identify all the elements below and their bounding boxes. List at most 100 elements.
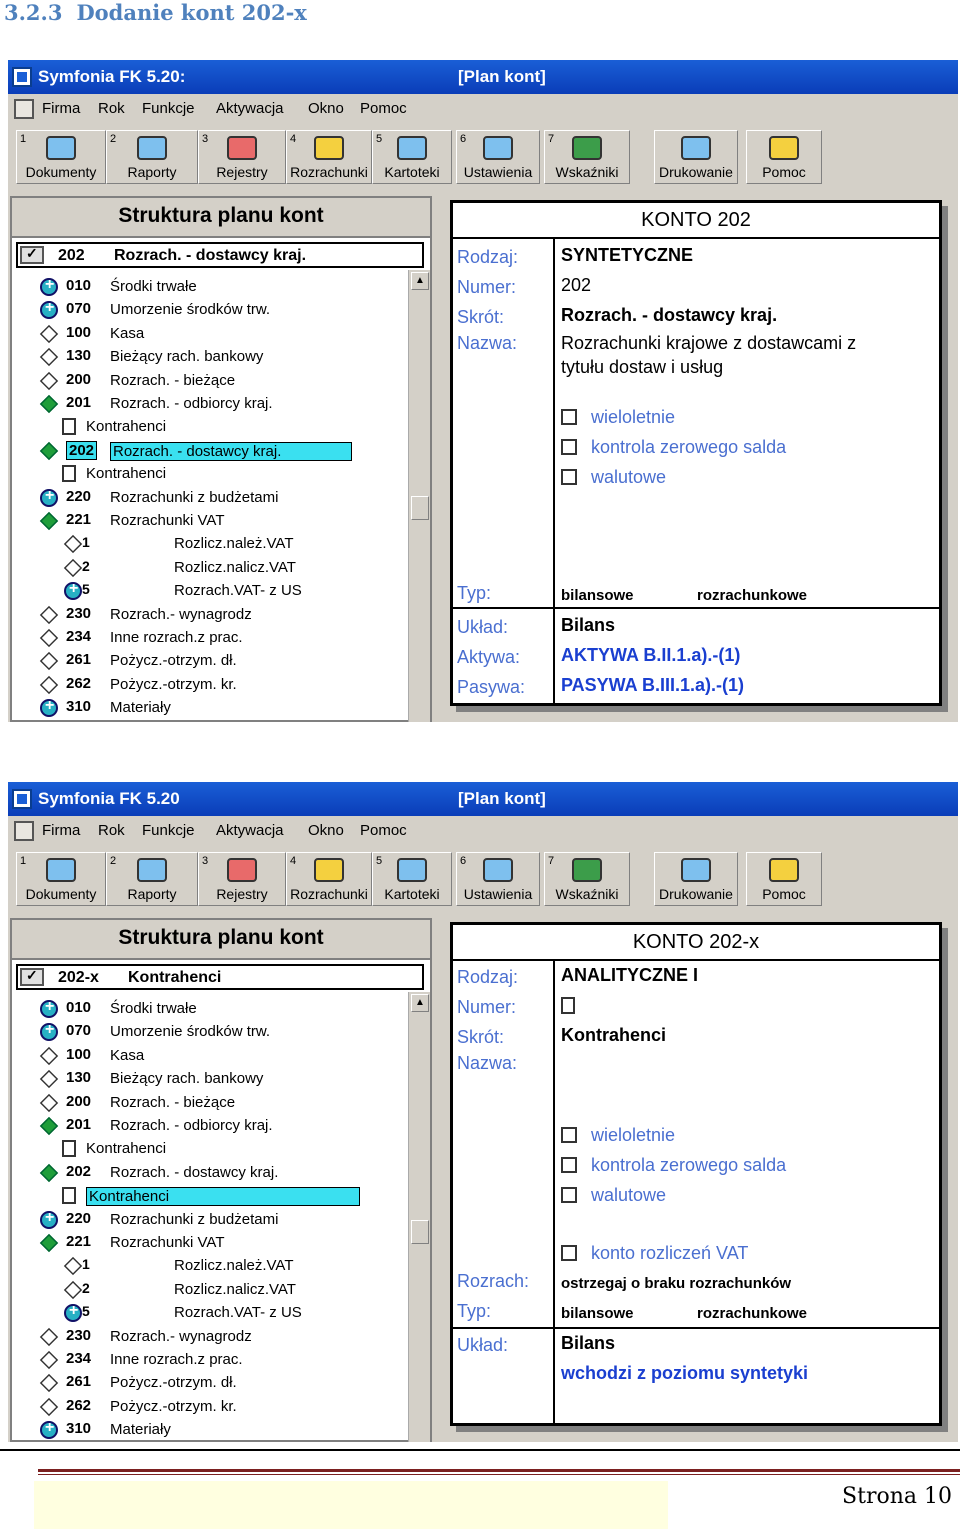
checkbox[interactable] (561, 1157, 577, 1173)
toolbar-button-raporty[interactable]: 2 Raporty (106, 852, 198, 906)
checkbox[interactable] (561, 409, 577, 425)
account-tree-row[interactable]: Kontrahenci (62, 463, 372, 485)
expand-plus-icon[interactable] (40, 1419, 58, 1440)
toolbar-button-rejestry[interactable]: 3 Rejestry (198, 852, 286, 906)
menu-item-okno[interactable]: Okno (308, 822, 344, 839)
toolbar-button-kartoteki[interactable]: 5 Kartoteki (372, 852, 452, 906)
toolbar-button-rejestry[interactable]: 3 Rejestry (198, 130, 286, 184)
account-tree-row[interactable]: 262 Pożycz.-otrzym. kr. (39, 1396, 372, 1418)
account-tree-row[interactable]: 070 Umorzenie środków trw. (40, 299, 372, 321)
menu-item-pomoc[interactable]: Pomoc (360, 822, 407, 839)
checkbox-walutowe[interactable]: walutowe (561, 1185, 666, 1206)
toolbar-button-wskaźniki[interactable]: 7 Wskaźniki (544, 852, 630, 906)
toolbar-button-pomoc[interactable]: Pomoc (746, 852, 822, 906)
account-tree-row[interactable]: 100 Kasa (39, 1045, 372, 1067)
expand-plus-icon[interactable] (40, 276, 58, 296)
toolbar-button-ustawienia[interactable]: 6 Ustawienia (456, 852, 540, 906)
toolbar-button-wskaźniki[interactable]: 7 Wskaźniki (544, 130, 630, 184)
account-tree-row[interactable]: 010 Środki trwałe (40, 998, 372, 1020)
checkbox-konto-rozliczen-vat[interactable]: konto rozliczeń VAT (561, 1243, 748, 1264)
account-tree-row[interactable]: 010 Środki trwałe (40, 276, 372, 298)
expand-plus-icon[interactable] (40, 1021, 58, 1042)
account-tree-row[interactable]: 070 Umorzenie środków trw. (40, 1021, 372, 1043)
selected-account-field[interactable]: 202 Rozrach. - dostawcy kraj. (16, 242, 424, 268)
account-tree-row[interactable]: 130 Bieżący rach. bankowy (39, 346, 372, 368)
account-tree-row[interactable]: 261 Pożycz.-otrzym. dł. (39, 1372, 372, 1394)
account-tree-row[interactable]: 201 Rozrach. - odbiorcy kraj. (39, 1115, 372, 1137)
collapse-minus-icon[interactable] (39, 1233, 59, 1253)
menu-app-icon[interactable] (14, 99, 34, 119)
expand-plus-icon[interactable] (64, 580, 82, 601)
tree-scrollbar[interactable]: ▲ (408, 270, 430, 722)
expand-plus-icon[interactable] (64, 1302, 82, 1323)
account-tree-row[interactable]: 1 Rozlicz.należ.VAT (63, 533, 372, 555)
checkbox-kontrola-zerowego-salda[interactable]: kontrola zerowego salda (561, 437, 786, 458)
account-tree-row[interactable]: 262 Pożycz.-otrzym. kr. (39, 674, 372, 696)
checkbox[interactable] (561, 469, 577, 485)
scroll-up-button[interactable]: ▲ (411, 272, 429, 290)
menu-item-rok[interactable]: Rok (98, 100, 125, 117)
collapse-minus-icon[interactable] (39, 394, 59, 414)
account-tree-row[interactable]: Kontrahenci (62, 416, 372, 438)
menu-item-rok[interactable]: Rok (98, 822, 125, 839)
tree-scrollbar[interactable]: ▲ (408, 992, 430, 1442)
expand-plus-icon[interactable] (40, 1209, 58, 1229)
menu-item-funkcje[interactable]: Funkcje (142, 100, 195, 117)
account-tree-row[interactable]: 330Towary (40, 721, 372, 723)
menu-item-firma[interactable]: Firma (42, 100, 80, 117)
checkbox[interactable] (561, 1127, 577, 1143)
account-tree-row[interactable]: 2 Rozlicz.nalicz.VAT (63, 1279, 372, 1301)
toolbar-button-raporty[interactable]: 2 Raporty (106, 130, 198, 184)
menu-item-aktywacja[interactable]: Aktywacja (216, 100, 284, 117)
account-tree-row[interactable]: 100 Kasa (39, 323, 372, 345)
account-tree-row[interactable]: 310 Materiały (40, 697, 372, 719)
toolbar-button-rozrachunki[interactable]: 4 Rozrachunki (286, 130, 372, 184)
account-tree-row[interactable]: 220 Rozrachunki z budżetami (40, 1209, 372, 1231)
menu-item-firma[interactable]: Firma (42, 822, 80, 839)
toolbar-button-dokumenty[interactable]: 1 Dokumenty (16, 852, 106, 906)
collapse-minus-icon[interactable] (39, 1163, 59, 1182)
toolbar-button-drukowanie[interactable]: Drukowanie (654, 130, 738, 184)
checkbox[interactable] (561, 439, 577, 455)
checkbox-kontrola-zerowego-salda[interactable]: kontrola zerowego salda (561, 1155, 786, 1176)
account-tree-row[interactable]: 230 Rozrach.- wynagrodz (39, 604, 372, 626)
checkbox-wieloletnie[interactable]: wieloletnie (561, 407, 675, 428)
account-tree-row[interactable]: Kontrahenci (62, 1138, 372, 1160)
account-tree-row[interactable]: 234 Inne rozrach.z prac. (39, 627, 372, 649)
checkbox[interactable] (561, 1245, 577, 1261)
account-tree-row[interactable]: 221 Rozrachunki VAT (39, 510, 372, 532)
checkbox[interactable] (561, 1187, 577, 1203)
checkbox-walutowe[interactable]: walutowe (561, 467, 666, 488)
check-icon[interactable] (20, 245, 44, 264)
account-tree-row[interactable]: 201 Rozrach. - odbiorcy kraj. (39, 393, 372, 415)
account-tree-row[interactable]: 5 Rozrach.VAT- z US (64, 580, 372, 602)
account-tree-row[interactable]: 202 Rozrach. - dostawcy kraj. (39, 440, 372, 462)
scroll-thumb[interactable] (411, 1220, 429, 1244)
account-tree-row[interactable]: 220 Rozrachunki z budżetami (40, 487, 372, 509)
toolbar-button-dokumenty[interactable]: 1 Dokumenty (16, 130, 106, 184)
toolbar-button-rozrachunki[interactable]: 4 Rozrachunki (286, 852, 372, 906)
collapse-minus-icon[interactable] (39, 441, 59, 460)
menu-item-okno[interactable]: Okno (308, 100, 344, 117)
expand-plus-icon[interactable] (40, 487, 58, 507)
account-tree-row[interactable]: 261 Pożycz.-otrzym. dł. (39, 650, 372, 672)
expand-plus-icon[interactable] (40, 299, 58, 320)
account-tree-row[interactable]: 2 Rozlicz.nalicz.VAT (63, 557, 372, 579)
account-tree-row[interactable]: 200 Rozrach. - bieżące (39, 370, 372, 392)
menu-item-aktywacja[interactable]: Aktywacja (216, 822, 284, 839)
collapse-minus-icon[interactable] (39, 1116, 59, 1136)
account-tree-row[interactable]: Kontrahenci (62, 1185, 372, 1207)
account-tree-row[interactable]: 130 Bieżący rach. bankowy (39, 1068, 372, 1090)
account-tree-row[interactable]: 310 Materiały (40, 1419, 372, 1441)
account-tree-row[interactable]: 234 Inne rozrach.z prac. (39, 1349, 372, 1371)
toolbar-button-kartoteki[interactable]: 5 Kartoteki (372, 130, 452, 184)
checkbox-wieloletnie[interactable]: wieloletnie (561, 1125, 675, 1146)
menu-app-icon[interactable] (14, 821, 34, 841)
account-tree-row[interactable]: 230 Rozrach.- wynagrodz (39, 1326, 372, 1348)
menu-item-pomoc[interactable]: Pomoc (360, 100, 407, 117)
account-tree-row[interactable]: 200 Rozrach. - bieżące (39, 1092, 372, 1114)
account-tree[interactable]: 010 Środki trwałe 070 Umorzenie środków trw… (12, 996, 406, 1442)
account-tree-row[interactable]: 221 Rozrachunki VAT (39, 1232, 372, 1254)
toolbar-button-pomoc[interactable]: Pomoc (746, 130, 822, 184)
toolbar-button-drukowanie[interactable]: Drukowanie (654, 852, 738, 906)
